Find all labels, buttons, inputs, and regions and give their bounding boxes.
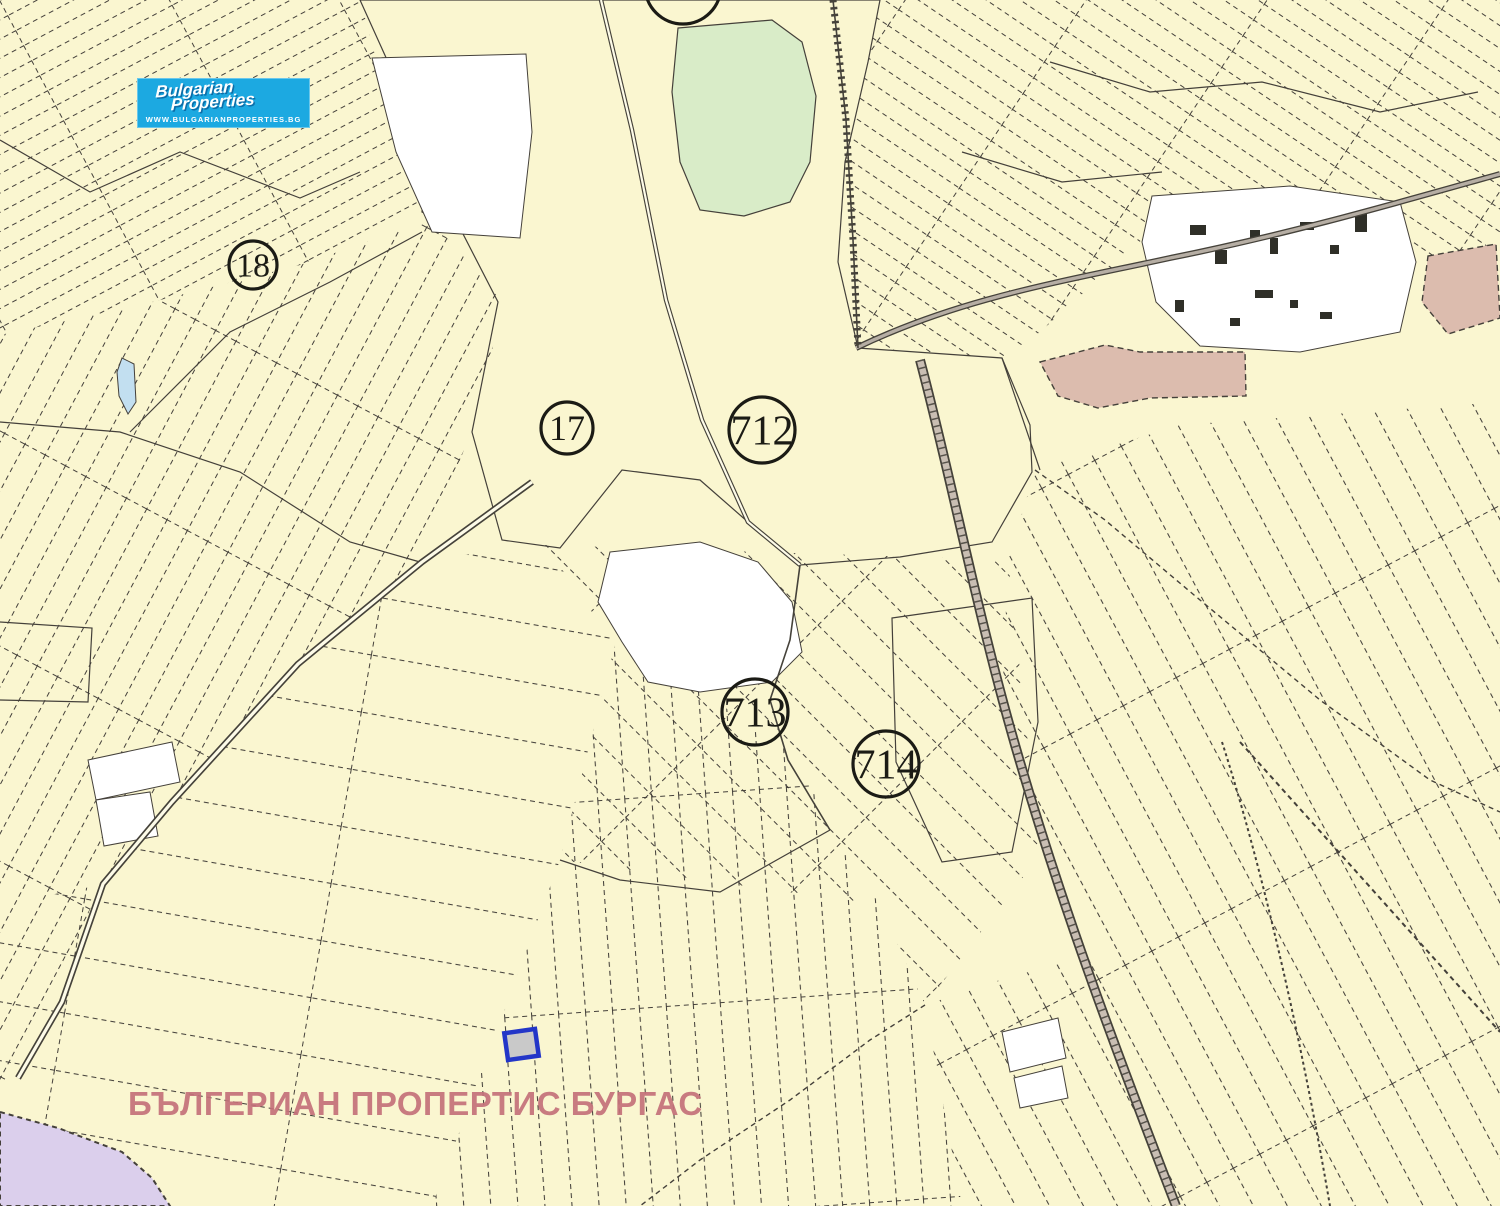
park-zone [672,20,816,216]
zone-713-label: 713 [724,690,787,736]
bulgarian-properties-logo: Bulgarian Properties WWW.BULGARIANPROPER… [137,78,310,128]
highlight-parcel-layer [504,1029,538,1060]
watermark-text: БЪЛГЕРИАН ПРОПЕРТИС БУРГАС [128,1085,703,1123]
zone-712-label: 712 [731,408,794,454]
logo-website: WWW.BULGARIANPROPERTIES.BG [137,115,310,124]
logo-brand-text: Bulgarian Properties [155,78,256,113]
map-svg: 18 17 712 713 714 [0,0,1500,1206]
residential-zone-corner [1422,244,1500,334]
residential-zone-right [1040,345,1246,408]
cadastral-map-viewport: 18 17 712 713 714 Bulgarian Properties WWW.B… [0,0,1500,1206]
highlighted-property-parcel [504,1029,538,1060]
logo-line2: Properties [171,93,255,113]
zone-top-partial-circle [645,0,721,24]
zone-17-label: 17 [549,408,585,448]
zone-18-label: 18 [236,248,270,285]
zone-714-label: 714 [855,742,918,788]
